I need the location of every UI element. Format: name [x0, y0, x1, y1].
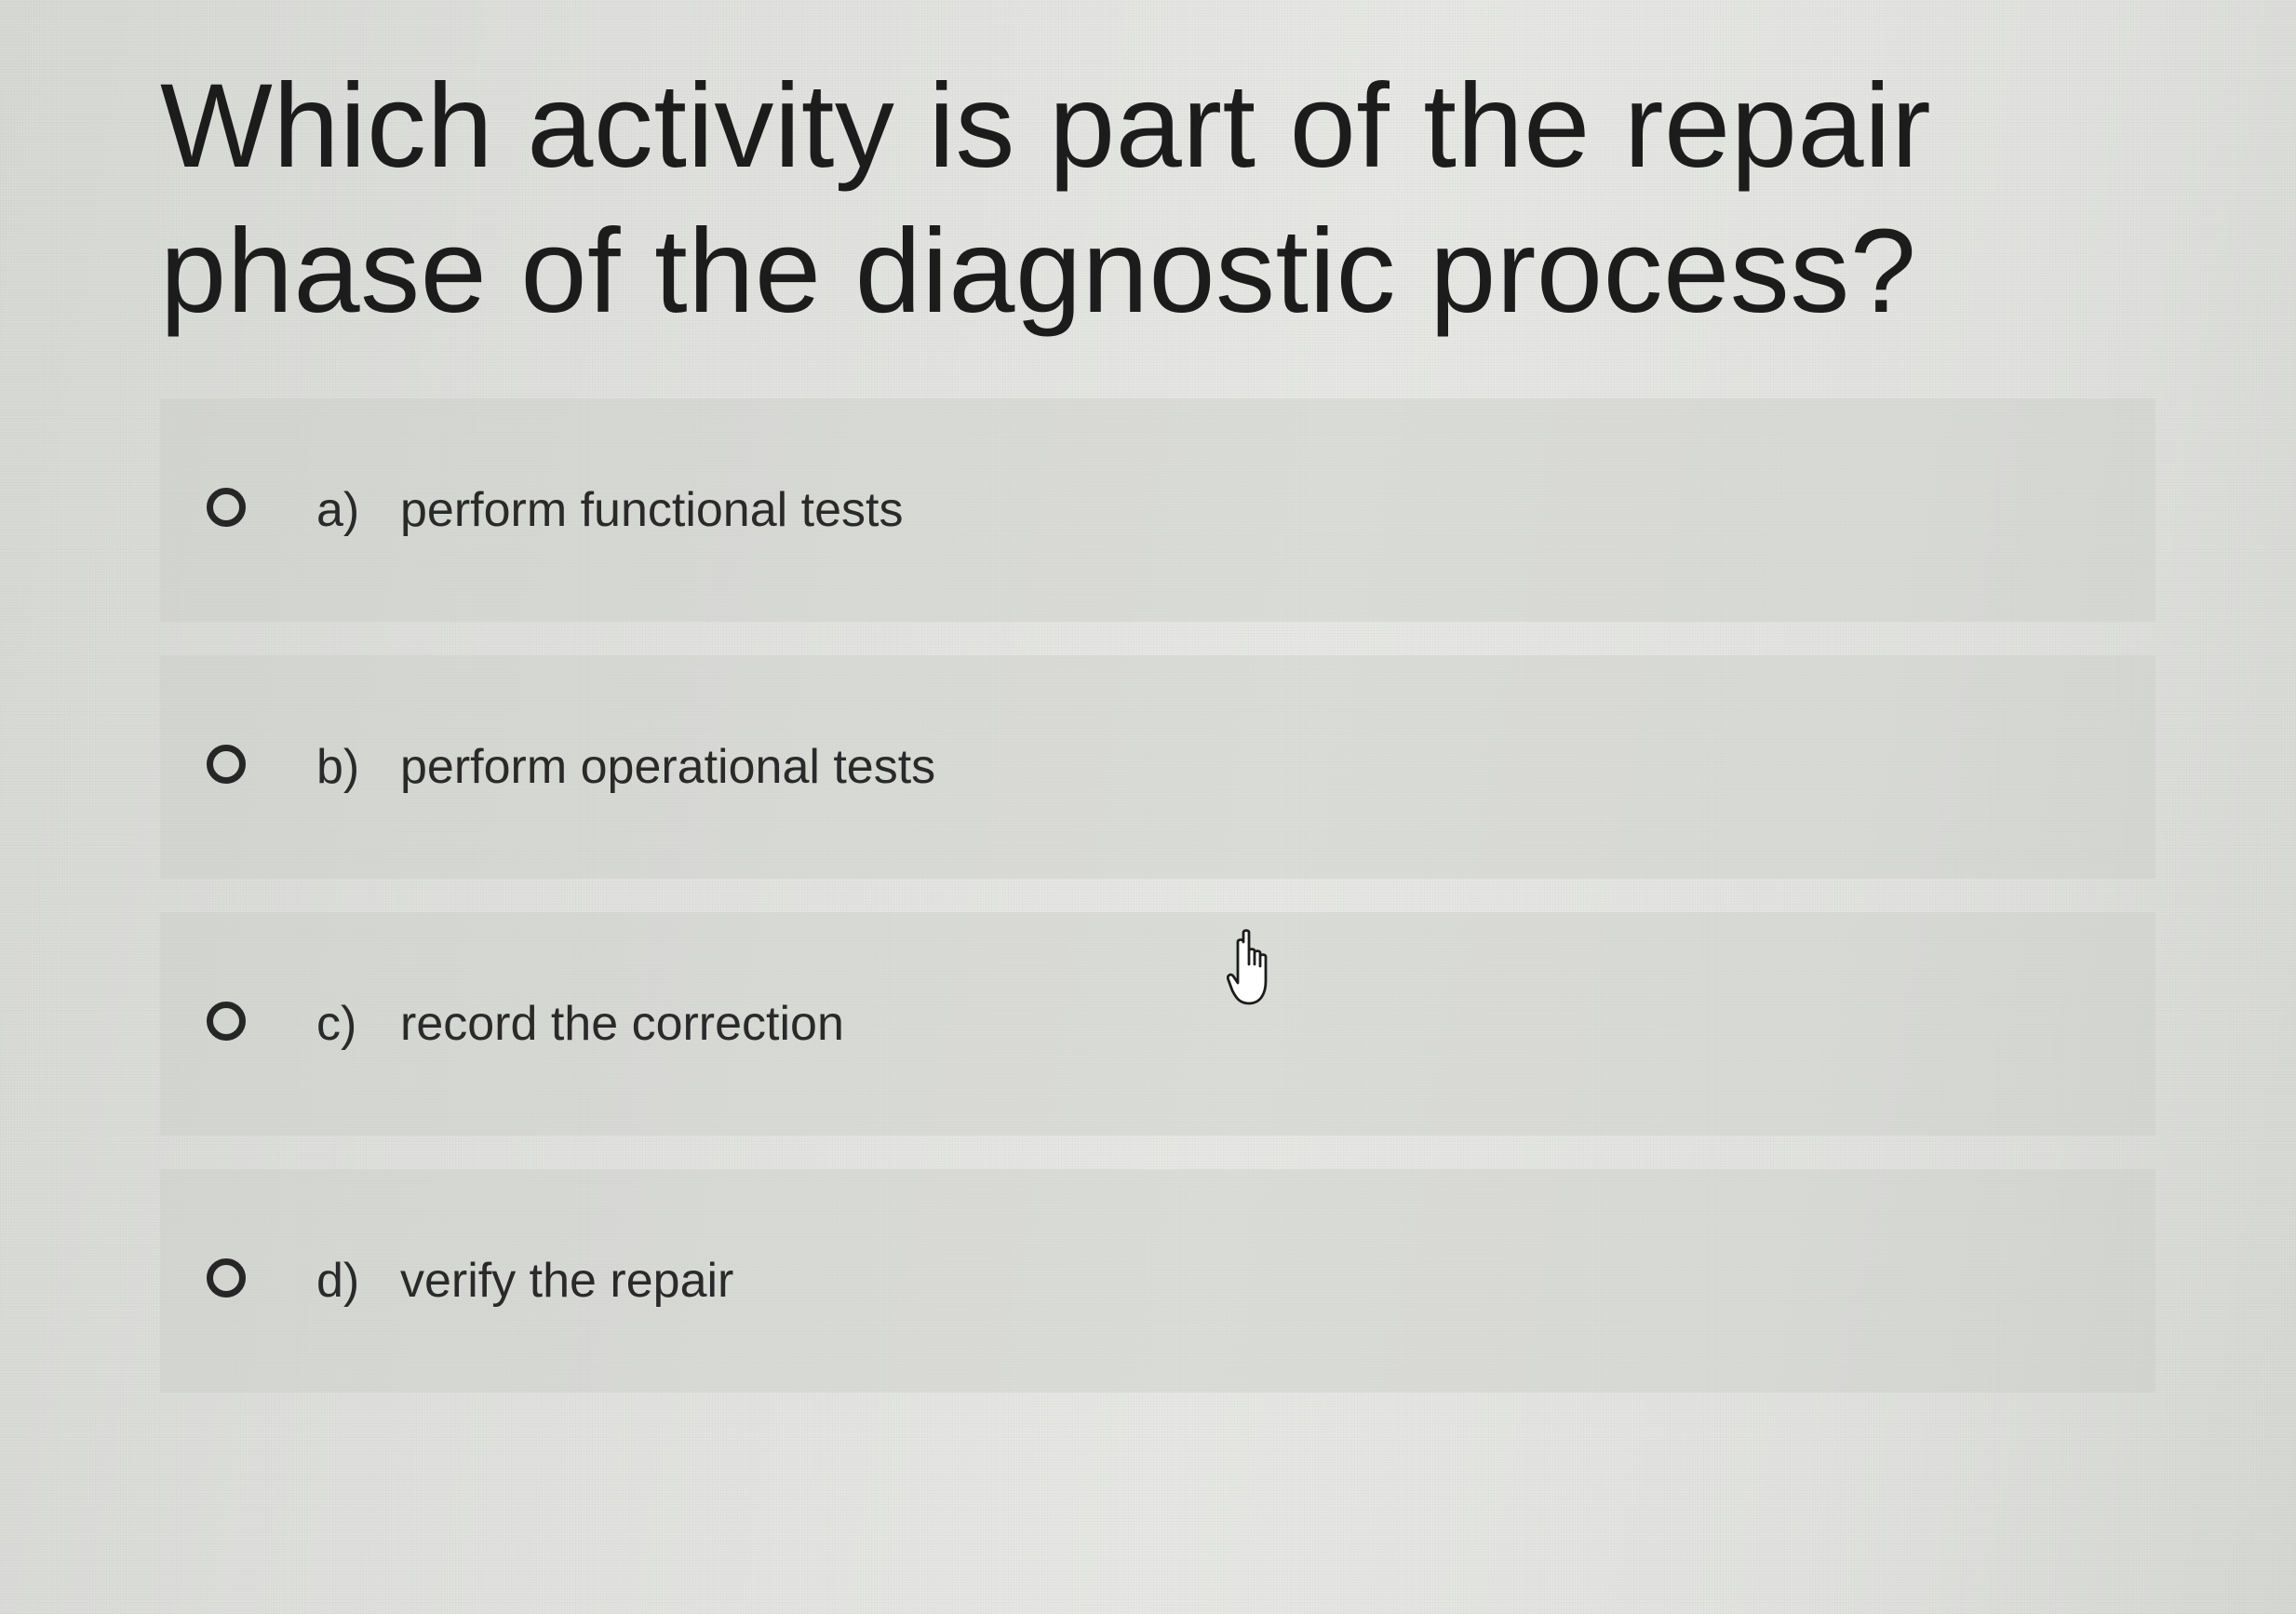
radio-button-icon[interactable] [207, 745, 246, 784]
option-b[interactable]: b) perform operational tests [160, 655, 2155, 879]
hand-pointer-icon [1227, 929, 1268, 1005]
option-letter: d) [316, 1254, 360, 1308]
option-d[interactable]: d) verify the repair [160, 1169, 2155, 1392]
radio-button-icon[interactable] [207, 488, 246, 527]
option-label: verify the repair [400, 1254, 734, 1308]
option-label: record the correction [400, 997, 844, 1051]
question-text: Which activity is part of the repair pha… [160, 60, 1932, 338]
option-letter: b) [316, 740, 360, 794]
option-label: perform operational tests [400, 740, 936, 794]
answer-options: a) perform functional tests b) perform o… [160, 398, 2155, 1426]
option-c[interactable]: c) record the correction [160, 912, 2155, 1136]
radio-button-icon[interactable] [207, 1258, 246, 1298]
option-label: perform functional tests [400, 483, 904, 537]
option-letter: a) [316, 483, 360, 537]
radio-button-icon[interactable] [207, 1002, 246, 1041]
option-letter: c) [316, 997, 357, 1051]
option-a[interactable]: a) perform functional tests [160, 398, 2155, 622]
